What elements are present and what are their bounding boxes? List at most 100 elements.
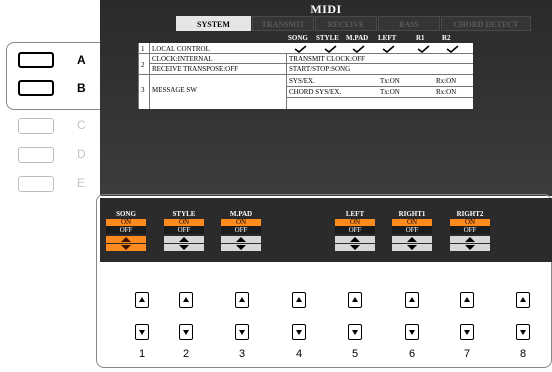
- song-up-control[interactable]: [106, 236, 146, 243]
- right2-off-option[interactable]: OFF: [450, 226, 490, 234]
- clock-setting[interactable]: CLOCK:INTERNAL: [152, 55, 213, 63]
- right2-on-option[interactable]: ON: [450, 219, 490, 226]
- check-icon-r1[interactable]: [414, 45, 432, 53]
- triangle-down-icon: [296, 330, 302, 335]
- receive-transpose-setting[interactable]: RECEIVE TRANSPOSE:OFF: [152, 65, 238, 73]
- down-button-2[interactable]: [179, 324, 193, 340]
- style-on-option[interactable]: ON: [164, 219, 204, 226]
- triangle-down-icon: [464, 330, 470, 335]
- divider: [138, 53, 473, 54]
- left-down-control[interactable]: [335, 244, 375, 251]
- up-button-1[interactable]: [135, 292, 149, 308]
- row-number-3: 3: [141, 86, 145, 94]
- page-label-b: B: [77, 81, 86, 95]
- right1-on-option[interactable]: ON: [392, 219, 432, 226]
- left-off-option[interactable]: OFF: [335, 226, 375, 234]
- check-icon-mpad[interactable]: [349, 45, 367, 53]
- channel-label-right2: RIGHT2: [456, 210, 484, 218]
- mpad-on-option[interactable]: ON: [221, 219, 261, 226]
- down-button-5[interactable]: [348, 324, 362, 340]
- right1-up-control[interactable]: [392, 236, 432, 243]
- tab-receive[interactable]: RECEIVE: [315, 16, 377, 31]
- page-label-a: A: [77, 53, 86, 67]
- up-button-5[interactable]: [348, 292, 362, 308]
- button-number-2: 2: [182, 348, 190, 360]
- col-header-song: SONG: [288, 34, 308, 42]
- song-off-option[interactable]: OFF: [106, 226, 146, 234]
- channel-onoff-panel: SONG ON OFF STYLE ON OFF M.PAD ON OFF LE…: [100, 198, 552, 262]
- lcd-screen: MIDI SYSTEM TRANSMIT RECEIVE BASS CHORD …: [100, 0, 552, 196]
- triangle-up-icon: [409, 297, 415, 302]
- triangle-down-icon: [520, 330, 526, 335]
- right2-up-control[interactable]: [450, 236, 490, 243]
- sysex-rx[interactable]: Rx:ON: [436, 77, 456, 85]
- style-up-control[interactable]: [164, 236, 204, 243]
- transmit-clock-setting[interactable]: TRANSMIT CLOCK:OFF: [289, 55, 365, 63]
- triangle-down-icon: [139, 330, 145, 335]
- right1-off-option[interactable]: OFF: [392, 226, 432, 234]
- divider: [138, 74, 473, 75]
- right2-down-control[interactable]: [450, 244, 490, 251]
- start-stop-setting[interactable]: START/STOP:SONG: [289, 65, 350, 73]
- check-icon-song[interactable]: [291, 45, 309, 53]
- style-off-option[interactable]: OFF: [164, 226, 204, 234]
- channel-label-left: LEFT: [345, 210, 365, 218]
- down-button-4[interactable]: [292, 324, 306, 340]
- col-header-r2: R2: [442, 34, 451, 42]
- down-button-3[interactable]: [235, 324, 249, 340]
- button-number-6: 6: [408, 348, 416, 360]
- check-icon-r2[interactable]: [443, 45, 461, 53]
- down-button-1[interactable]: [135, 324, 149, 340]
- tab-system[interactable]: SYSTEM: [176, 16, 251, 31]
- channel-label-mpad: M.PAD: [229, 210, 253, 218]
- row-number-2: 2: [141, 61, 145, 69]
- tab-bass[interactable]: BASS: [378, 16, 440, 31]
- down-button-6[interactable]: [405, 324, 419, 340]
- right1-down-control[interactable]: [392, 244, 432, 251]
- local-control-label: LOCAL CONTROL: [152, 45, 210, 53]
- up-button-8[interactable]: [516, 292, 530, 308]
- check-icon-style[interactable]: [321, 45, 339, 53]
- triangle-down-icon: [239, 330, 245, 335]
- sysex-tx[interactable]: Tx:ON: [380, 77, 400, 85]
- button-number-4: 4: [295, 348, 303, 360]
- down-button-8[interactable]: [516, 324, 530, 340]
- page-label-c: C: [77, 118, 86, 132]
- col-header-style: STYLE: [316, 34, 339, 42]
- tab-transmit[interactable]: TRANSMIT: [252, 16, 314, 31]
- triangle-up-icon: [352, 297, 358, 302]
- col-header-left: LEFT: [378, 34, 397, 42]
- style-down-control[interactable]: [164, 244, 204, 251]
- col-header-mpad: M.PAD: [346, 34, 369, 42]
- up-button-4[interactable]: [292, 292, 306, 308]
- mpad-up-control[interactable]: [221, 236, 261, 243]
- mpad-off-option[interactable]: OFF: [221, 226, 261, 234]
- chord-sysex-tx[interactable]: Tx:ON: [380, 88, 400, 96]
- tab-chord-detect[interactable]: CHORD DETECT: [441, 16, 531, 31]
- triangle-down-icon: [183, 330, 189, 335]
- mpad-down-control[interactable]: [221, 244, 261, 251]
- page-button-a[interactable]: [18, 52, 54, 68]
- page-button-d[interactable]: [18, 147, 54, 163]
- col-header-r1: R1: [416, 34, 425, 42]
- left-on-option[interactable]: ON: [335, 219, 375, 226]
- button-number-5: 5: [351, 348, 359, 360]
- up-button-2[interactable]: [179, 292, 193, 308]
- song-down-control[interactable]: [106, 244, 146, 251]
- up-button-6[interactable]: [405, 292, 419, 308]
- page-button-b[interactable]: [18, 80, 54, 96]
- channel-label-style: STYLE: [172, 210, 196, 218]
- up-button-3[interactable]: [235, 292, 249, 308]
- triangle-up-icon: [296, 297, 302, 302]
- check-icon-left[interactable]: [379, 45, 397, 53]
- triangle-up-icon: [520, 297, 526, 302]
- left-up-control[interactable]: [335, 236, 375, 243]
- page-button-c[interactable]: [18, 118, 54, 134]
- triangle-up-icon: [464, 297, 470, 302]
- button-number-8: 8: [519, 348, 527, 360]
- page-button-e[interactable]: [18, 176, 54, 192]
- down-button-7[interactable]: [460, 324, 474, 340]
- chord-sysex-rx[interactable]: Rx:ON: [436, 88, 456, 96]
- up-button-7[interactable]: [460, 292, 474, 308]
- song-on-option[interactable]: ON: [106, 219, 146, 226]
